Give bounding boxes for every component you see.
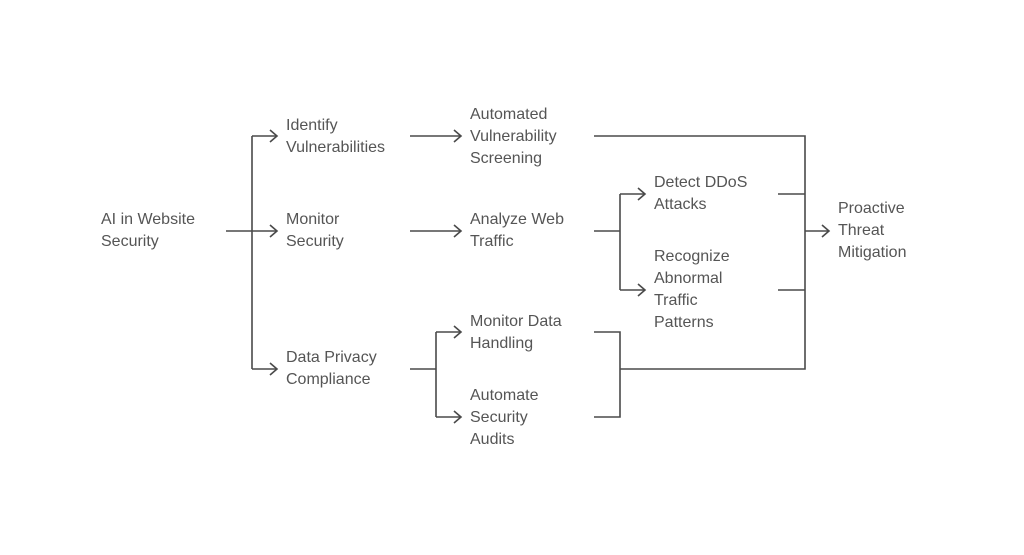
node-text: Monitor Data xyxy=(470,313,562,330)
node-monitor: Monitor Security xyxy=(286,209,344,253)
node-text: Recognize xyxy=(654,248,730,265)
node-text: Detect DDoS xyxy=(654,174,748,191)
connector-lines xyxy=(226,129,831,424)
node-text: Identify xyxy=(286,117,338,134)
edge-monitor-traffic xyxy=(410,224,463,238)
node-text: Abnormal xyxy=(654,270,723,287)
edge-traffic-fork xyxy=(594,187,647,297)
node-data-handling: Monitor Data Handling xyxy=(470,311,562,355)
node-text: Monitor xyxy=(286,211,340,228)
node-text: Handling xyxy=(470,335,534,352)
node-identify: Identify Vulnerabilities xyxy=(286,115,385,159)
node-text: Traffic xyxy=(470,233,514,250)
node-text: Patterns xyxy=(654,314,714,331)
node-text: Threat xyxy=(838,222,885,239)
node-privacy: Data Privacy Compliance xyxy=(286,347,377,391)
node-text: Traffic xyxy=(654,292,698,309)
node-text: Security xyxy=(286,233,344,250)
node-text: Security xyxy=(101,233,159,250)
node-text: Security xyxy=(470,409,528,426)
node-root: AI in Website Security xyxy=(101,209,195,253)
node-abnormal: Recognize Abnormal Traffic Patterns xyxy=(654,246,730,334)
edge-privacy-fork xyxy=(410,325,463,424)
node-text: Vulnerabilities xyxy=(286,139,386,156)
node-result: Proactive Threat Mitigation xyxy=(838,198,906,264)
node-text: Analyze Web xyxy=(470,211,564,228)
node-text: Automate xyxy=(470,387,539,404)
node-text: Screening xyxy=(470,150,543,167)
node-ddos: Detect DDoS Attacks xyxy=(654,172,747,216)
node-text: Proactive xyxy=(838,200,905,217)
edge-root-fork xyxy=(226,135,276,370)
node-text: Mitigation xyxy=(838,244,907,261)
node-traffic: Analyze Web Traffic xyxy=(470,209,564,253)
node-text: Data Privacy xyxy=(286,349,377,366)
node-text: Attacks xyxy=(654,196,707,213)
node-text: AI in Website xyxy=(101,211,195,228)
node-text: Vulnerability xyxy=(470,128,557,145)
edge-identify-screening xyxy=(410,129,463,143)
node-text: Compliance xyxy=(286,371,371,388)
node-screening: Automated Vulnerability Screening xyxy=(470,104,557,170)
node-text: Automated xyxy=(470,106,548,123)
node-text: Audits xyxy=(470,431,515,448)
node-audits: Automate Security Audits xyxy=(470,385,538,451)
